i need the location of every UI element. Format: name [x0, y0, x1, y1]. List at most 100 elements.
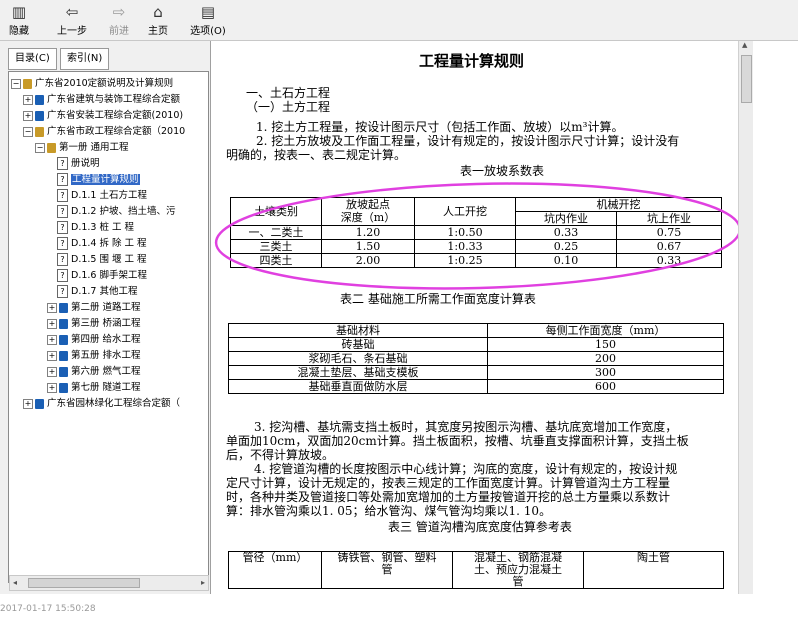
table-row: 四类土 2.00 1:0.25 0.10 0.33 — [230, 253, 722, 268]
tab-index[interactable]: 索引(N) — [60, 48, 110, 70]
forward-label: 前进 — [109, 26, 129, 37]
table1-header-start-a: 放坡起点 — [321, 197, 415, 212]
paragraph-3a: 3. 挖沟槽、基坑需支挡土板时，其宽度另按图示沟槽、基坑底宽增加工作宽度， — [254, 420, 678, 434]
options-button[interactable]: ▤ 选项(O) — [188, 2, 228, 38]
tree-item-volume-3[interactable]: + 第三册 桥涵工程 — [47, 316, 141, 332]
open-book-icon — [35, 126, 44, 137]
book-icon — [35, 110, 44, 121]
tree-item-quantity-rules[interactable]: ? 工程量计算规则 — [57, 172, 140, 188]
document-pane: 工程量计算规则 一、土石方工程 （一）土方工程 1. 挖土方工程量，按设计图示尺… — [214, 41, 738, 594]
table-row: 浆砌毛石、条石基础 200 — [228, 351, 724, 366]
tree-item-municipal[interactable]: − 广东省市政工程综合定额（2010 — [23, 124, 185, 140]
collapse-icon[interactable]: − — [35, 142, 45, 153]
table3-header-diameter: 管径（mm） — [228, 551, 322, 589]
expand-icon[interactable]: + — [47, 382, 57, 393]
book-icon — [59, 382, 68, 393]
tree-item-volume-4[interactable]: + 第四册 给水工程 — [47, 332, 141, 348]
forward-button[interactable]: ⇨ 前进 — [104, 2, 134, 38]
slope-coefficient-table: 土壤类别 放坡起点 人工开挖 机械开挖 深度（m） 坑内作业 坑上作业 一、二类… — [230, 197, 722, 268]
expand-icon[interactable]: + — [47, 318, 57, 329]
expand-icon[interactable]: + — [47, 350, 57, 361]
paragraph-3c: 后，不得计算放坡。 — [226, 448, 335, 462]
book-icon — [35, 94, 44, 105]
tree-item-d113[interactable]: ? D.1.3 桩 工 程 — [57, 220, 134, 236]
tree-item-installation[interactable]: + 广东省安装工程综合定额(2010) — [23, 108, 183, 124]
open-book-icon — [23, 78, 32, 89]
book-icon — [59, 318, 68, 329]
book-icon — [59, 350, 68, 361]
tree-item-d111[interactable]: ? D.1.1 土石方工程 — [57, 188, 147, 204]
tree-item-volume-1[interactable]: − 第一册 通用工程 — [35, 140, 129, 156]
table3-header-clay: 陶土管 — [583, 551, 724, 589]
tab-contents[interactable]: 目录(C) — [8, 48, 57, 70]
table1-header-manual: 人工开挖 — [414, 197, 516, 226]
table1-header-mech: 机械开挖 — [515, 197, 722, 212]
navigation-pane: 目录(C) 索引(N) − 广东省2010定额说明及计算规则 + 广东省建筑与装饰工… — [0, 41, 211, 594]
open-book-icon — [47, 142, 56, 153]
page-title: 工程量计算规则 — [419, 52, 525, 70]
hide-button[interactable]: ▥ 隐藏 — [6, 2, 32, 38]
help-page-icon: ? — [57, 189, 68, 202]
expand-icon[interactable]: + — [23, 94, 33, 105]
table1-header-start-b: 深度（m） — [321, 211, 415, 226]
book-icon — [59, 334, 68, 345]
options-label: 选项(O) — [190, 26, 226, 37]
paragraph-2a: 2. 挖土方放坡及工作面工程量，设计有规定的，按设计图示尺寸计算；设计没有 — [256, 134, 680, 148]
tree-item-landscaping[interactable]: + 广东省园林绿化工程综合定额（ — [23, 396, 180, 412]
document-vertical-scrollbar[interactable]: ▲ — [738, 41, 753, 594]
table-row: 砖基础 150 — [228, 337, 724, 352]
tree-item-building[interactable]: + 广东省建筑与装饰工程综合定额 — [23, 92, 180, 108]
back-button[interactable]: ⇦ 上一步 — [54, 2, 90, 38]
table1-header-on-pit: 坑上作业 — [616, 211, 722, 226]
table1-header-soil: 土壤类别 — [230, 197, 322, 226]
scroll-thumb[interactable] — [28, 578, 140, 588]
tree-item-d116[interactable]: ? D.1.6 脚手架工程 — [57, 268, 147, 284]
collapse-icon[interactable]: − — [11, 78, 21, 89]
scroll-left-icon[interactable]: ◂ — [13, 576, 17, 590]
options-icon: ▤ — [200, 3, 216, 21]
table-row: 一、二类土 1.20 1:0.50 0.33 0.75 — [230, 225, 722, 240]
tree-item-volume-7[interactable]: + 第七册 隧道工程 — [47, 380, 141, 396]
table2-header-width: 每侧工作面宽度（mm） — [487, 323, 724, 338]
tree-item-d115[interactable]: ? D.1.5 围 堰 工 程 — [57, 252, 147, 268]
tree-item-volume-6[interactable]: + 第六册 燃气工程 — [47, 364, 141, 380]
expand-icon[interactable]: + — [47, 334, 57, 345]
tree-item-volume-2[interactable]: + 第二册 道路工程 — [47, 300, 141, 316]
table3-header-concrete: 混凝土、钢筋混凝 土、预应力混凝土管 — [452, 551, 584, 589]
work-surface-width-table: 基础材料 每侧工作面宽度（mm） 砖基础 150 浆砌毛石、条石基础 200 混凝土… — [228, 323, 724, 394]
expand-icon[interactable]: + — [23, 398, 33, 409]
forward-arrow-icon: ⇨ — [112, 3, 126, 21]
back-label: 上一步 — [57, 26, 87, 37]
paragraph-2b: 明确的，按表一、表二规定计算。 — [226, 148, 407, 162]
help-page-icon: ? — [57, 237, 68, 250]
table1-caption: 表一放坡系数表 — [460, 164, 545, 178]
table-row: 三类土 1.50 1:0.33 0.25 0.67 — [230, 239, 722, 254]
expand-icon[interactable]: + — [47, 366, 57, 377]
paragraph-4b: 定尺寸计算，设计无规定的，按表三规定的工作面宽度计算。计算管道沟土方工程量 — [226, 476, 671, 490]
home-button[interactable]: ⌂ 主页 — [145, 2, 171, 38]
tree-item-d112[interactable]: ? D.1.2 护坡、挡土墙、污 — [57, 204, 175, 220]
tree-item-d117[interactable]: ? D.1.7 其他工程 — [57, 284, 137, 300]
tree-item-volume-5[interactable]: + 第五册 排水工程 — [47, 348, 141, 364]
tree-item-volume-notes[interactable]: ? 册说明 — [57, 156, 100, 172]
expand-icon[interactable]: + — [23, 110, 33, 121]
tree-item-root[interactable]: − 广东省2010定额说明及计算规则 — [11, 76, 173, 92]
table2-caption: 表二 基础施工所需工作面宽度计算表 — [340, 292, 536, 306]
table3-header-iron: 铸铁管、钢管、塑料管 — [321, 551, 453, 589]
table-row: 混凝土垫层、基础支模板 300 — [228, 365, 724, 380]
back-arrow-icon: ⇦ — [65, 3, 79, 21]
paragraph-3b: 单面加10cm，双面加20cm计算。挡土板面积，按槽、坑垂直支撑面积计算，支挡土… — [226, 434, 689, 448]
home-icon: ⌂ — [153, 3, 163, 21]
tree-item-d114[interactable]: ? D.1.4 拆 除 工 程 — [57, 236, 147, 252]
scroll-right-icon[interactable]: ▸ — [201, 576, 205, 590]
tree-horizontal-scrollbar[interactable]: ◂ ▸ — [9, 575, 209, 591]
contents-tree: − 广东省2010定额说明及计算规则 + 广东省建筑与装饰工程综合定额 + 广东省安装… — [8, 71, 209, 583]
hide-label: 隐藏 — [9, 26, 29, 37]
expand-icon[interactable]: + — [47, 302, 57, 313]
table1-header-in-pit: 坑内作业 — [515, 211, 617, 226]
collapse-icon[interactable]: − — [23, 126, 33, 137]
hide-icon: ▥ — [11, 3, 27, 21]
scroll-up-icon[interactable]: ▲ — [742, 41, 747, 49]
help-page-icon: ? — [57, 205, 68, 218]
scroll-thumb[interactable] — [741, 55, 752, 103]
